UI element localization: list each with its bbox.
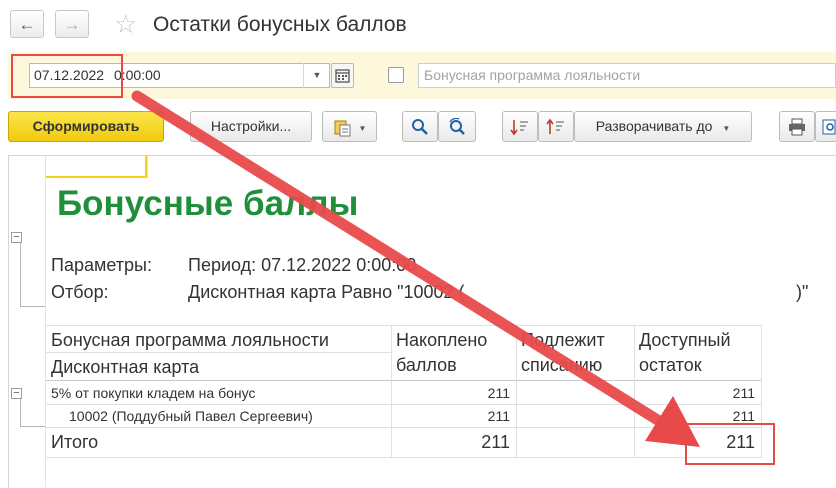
annotation-arrow-icon <box>131 90 700 447</box>
